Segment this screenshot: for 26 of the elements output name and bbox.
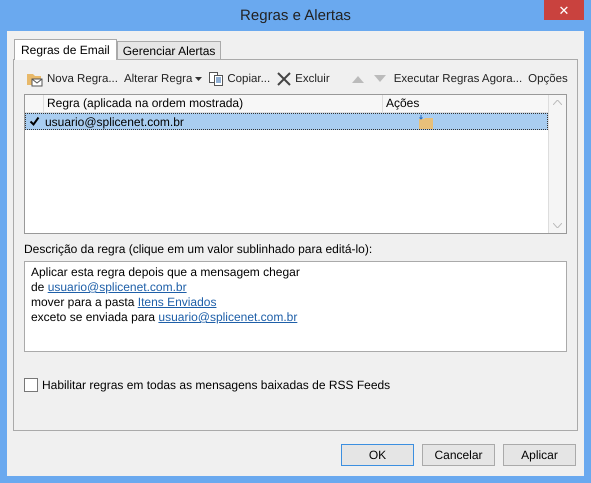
description-line: mover para a pasta Itens Enviados — [31, 295, 218, 310]
options-button[interactable]: Opções — [526, 73, 570, 85]
close-button[interactable]: ✕ — [544, 0, 584, 20]
new-rule-button[interactable]: Nova Regra... — [24, 71, 120, 87]
run-rules-button[interactable]: Executar Regras Agora... — [392, 73, 524, 85]
description-link[interactable]: usuario@splicenet.com.br — [158, 310, 298, 324]
change-rule-button[interactable]: Alterar Regra — [122, 73, 204, 85]
description-line: exceto se enviada para usuario@splicenet.com.br — [31, 310, 298, 325]
description-line: Aplicar esta regra depois que a mensagem chegar — [31, 265, 301, 280]
copy-rule-button[interactable]: Copiar... — [206, 71, 272, 87]
delete-rule-button[interactable]: Excluir — [274, 71, 332, 87]
description-label: Descrição da regra (clique em um valor sublinhado para editá-lo): — [24, 242, 374, 256]
description-line: de usuario@splicenet.com.br — [31, 280, 188, 295]
rule-name: usuario@splicenet.com.br — [45, 114, 185, 128]
dialog-button[interactable]: OK — [341, 444, 414, 466]
column-header[interactable]: Regra (aplicada na ordem mostrada) — [43, 95, 382, 112]
description-link[interactable]: usuario@splicenet.com.br — [48, 280, 187, 294]
window-title: Regras e Alertas — [240, 7, 351, 24]
tab[interactable]: Regras de Email — [14, 39, 117, 60]
dialog-button[interactable]: Aplicar — [503, 444, 576, 466]
tab[interactable]: Gerenciar Alertas — [116, 41, 222, 59]
dialog-button[interactable]: Cancelar — [422, 444, 495, 466]
description-link[interactable]: Itens Enviados — [138, 295, 216, 309]
checkbox-label[interactable]: Habilitar regras em todas as mensagens baixadas de RSS Feeds — [42, 378, 390, 392]
rule-row[interactable]: usuario@splicenet.com.br — [25, 113, 548, 130]
column-header[interactable]: Ações — [382, 95, 420, 112]
